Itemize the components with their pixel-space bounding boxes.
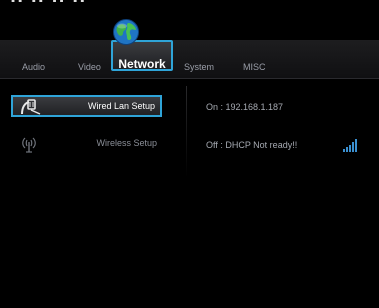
- wireless-icon: [22, 137, 36, 153]
- tab-network-label: Network: [118, 57, 166, 71]
- menu-item-wireless[interactable]: Wireless Setup: [11, 134, 162, 156]
- menu-item-wired-lan-label: Wired Lan Setup: [87, 101, 155, 111]
- signal-strength-icon: [343, 139, 357, 152]
- tab-audio[interactable]: Audio: [22, 62, 45, 72]
- tab-video[interactable]: Video: [78, 62, 101, 72]
- wired-status-text: On : 192.168.1.187: [206, 102, 284, 112]
- header-text: ·· ·· ·· ··: [10, 0, 87, 10]
- panel-divider: [186, 86, 187, 178]
- tab-misc[interactable]: MISC: [243, 62, 266, 72]
- tab-bar: [0, 40, 379, 79]
- menu-item-wired-lan[interactable]: Wired Lan Setup: [11, 95, 162, 117]
- globe-icon: [113, 19, 139, 45]
- wireless-status-text: Off : DHCP Not ready!!: [206, 140, 298, 150]
- top-strip: ·· ·· ·· ··: [0, 0, 379, 40]
- tab-system[interactable]: System: [184, 62, 214, 72]
- wired-lan-icon: [21, 99, 41, 115]
- menu-item-wireless-label: Wireless Setup: [96, 138, 157, 148]
